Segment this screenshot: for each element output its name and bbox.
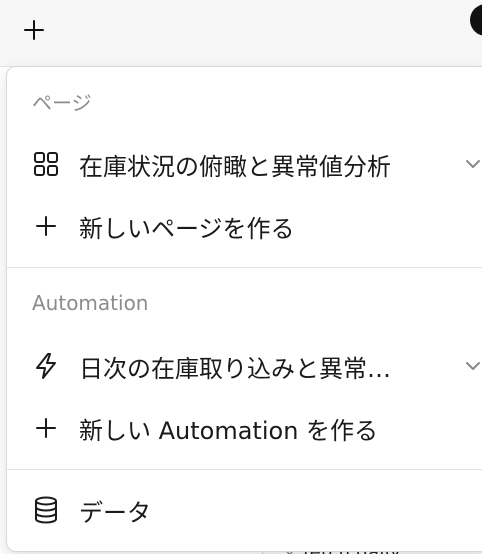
lightning-icon — [31, 351, 61, 381]
navigation-menu: ページ 在庫状況の俯瞰と異常値分析 新しいページを作る Automation 日… — [6, 66, 482, 552]
menu-item-label: 新しいページを作る — [79, 214, 295, 243]
menu-item-new-page[interactable]: 新しいページを作る — [7, 201, 482, 251]
divider — [7, 469, 482, 470]
section-label-pages: ページ — [32, 91, 92, 115]
menu-item-data[interactable]: データ — [7, 485, 482, 535]
top-toolbar — [0, 0, 482, 67]
avatar[interactable] — [470, 4, 482, 36]
chevron-down-icon[interactable] — [463, 356, 482, 376]
chevron-down-icon[interactable] — [463, 154, 482, 174]
plus-icon — [31, 413, 61, 443]
menu-item-daily-automation[interactable]: 日次の在庫取り込みと異常… — [7, 341, 482, 391]
divider — [7, 267, 482, 268]
grid-icon — [31, 149, 61, 179]
menu-item-new-automation[interactable]: 新しい Automation を作る — [7, 403, 482, 453]
menu-item-label: 在庫状況の俯瞰と異常値分析 — [79, 152, 391, 181]
database-icon — [31, 495, 61, 525]
menu-item-label: 日次の在庫取り込みと異常… — [79, 354, 391, 383]
app-root: ⌄ fetch daily ページ 在庫状況の俯瞰と異常値分析 — [0, 0, 482, 554]
menu-item-label: 新しい Automation を作る — [79, 416, 379, 445]
section-label-automation: Automation — [32, 291, 149, 315]
plus-icon — [24, 20, 44, 40]
plus-icon — [31, 211, 61, 241]
add-button[interactable] — [20, 16, 48, 44]
menu-item-inventory-page[interactable]: 在庫状況の俯瞰と異常値分析 — [7, 139, 482, 189]
menu-item-label: データ — [79, 498, 151, 527]
